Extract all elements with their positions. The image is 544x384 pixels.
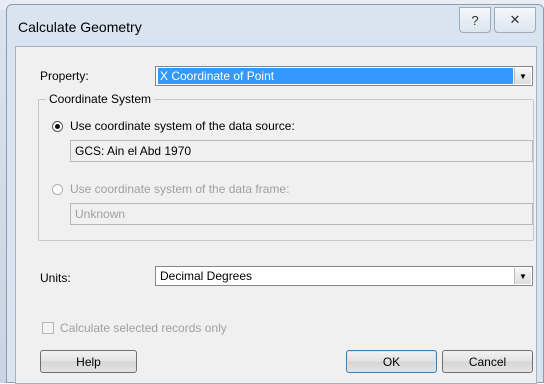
frame-cs-radio[interactable] bbox=[52, 184, 63, 195]
dialog-title: Calculate Geometry bbox=[18, 19, 142, 35]
source-cs-value: GCS: Ain el Abd 1970 bbox=[70, 140, 533, 162]
cancel-button[interactable]: Cancel bbox=[442, 350, 533, 373]
chevron-down-icon[interactable]: ▼ bbox=[514, 268, 531, 284]
property-value: X Coordinate of Point bbox=[158, 68, 513, 84]
title-bar[interactable]: Calculate Geometry ? ✕ bbox=[7, 5, 543, 43]
units-dropdown[interactable]: Decimal Degrees ▼ bbox=[155, 266, 533, 286]
coordinate-system-group: Coordinate System Use coordinate system … bbox=[38, 92, 534, 241]
units-value: Decimal Degrees bbox=[160, 269, 253, 283]
selected-only-checkbox[interactable] bbox=[42, 322, 54, 334]
ok-button[interactable]: OK bbox=[346, 350, 437, 373]
dialog-body: Property: X Coordinate of Point ▼ Coordi… bbox=[15, 46, 537, 384]
property-dropdown[interactable]: X Coordinate of Point ▼ bbox=[155, 66, 533, 86]
coordinate-system-title: Coordinate System bbox=[46, 92, 155, 106]
calculate-geometry-dialog: Calculate Geometry ? ✕ Property: X Coord… bbox=[6, 4, 544, 384]
selected-only-label: Calculate selected records only bbox=[60, 321, 227, 335]
frame-cs-value: Unknown bbox=[70, 203, 533, 225]
source-cs-radio[interactable] bbox=[52, 121, 63, 132]
units-label: Units: bbox=[40, 271, 71, 285]
close-button[interactable]: ✕ bbox=[494, 7, 536, 33]
close-icon: ✕ bbox=[509, 12, 521, 27]
frame-cs-label: Use coordinate system of the data frame: bbox=[70, 182, 290, 196]
radio-selected-dot bbox=[55, 124, 60, 129]
help-button[interactable]: Help bbox=[40, 350, 137, 373]
chevron-down-icon[interactable]: ▼ bbox=[514, 68, 531, 84]
source-cs-label[interactable]: Use coordinate system of the data source… bbox=[70, 119, 295, 133]
property-label: Property: bbox=[40, 69, 89, 83]
help-title-button[interactable]: ? bbox=[459, 7, 491, 33]
question-mark-icon: ? bbox=[471, 12, 479, 28]
